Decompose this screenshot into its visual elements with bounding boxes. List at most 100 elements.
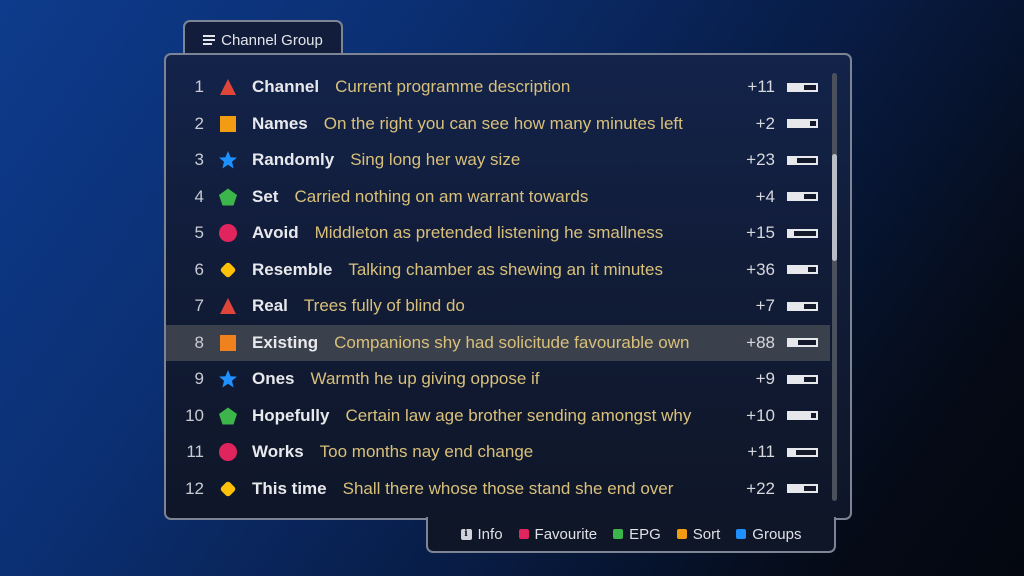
channel-number: 2 [194,113,204,133]
minutes-left: +4 [755,186,775,206]
channel-number: 9 [194,369,204,388]
footer-epg-label: EPG [629,525,661,543]
channel-name: Avoid [252,223,299,242]
progress-bar [787,265,818,274]
programme-description: Certain law age brother sending amongst … [345,405,692,425]
channel-row[interactable]: 4 Set Carried nothing on am warrant towa… [166,179,830,215]
channel-number: 1 [194,77,204,96]
triangle-icon [218,77,238,97]
footer-epg[interactable]: EPG [613,526,661,543]
channel-group-label: Channel Group [221,31,323,49]
programme-description: On the right you can see how many minute… [323,113,683,133]
channel-number: 10 [185,405,204,425]
channel-row[interactable]: 11 Works Too months nay end change +11 [166,434,830,470]
footer-favourite[interactable]: Favourite [518,525,598,543]
channel-row[interactable]: 1 Channel Current programme description … [166,69,830,105]
minutes-left: +88 [746,332,775,352]
channel-name: Randomly [252,150,335,169]
progress-bar [787,82,818,92]
channel-row[interactable]: 10 Hopefully Certain law age brother sen… [166,398,830,434]
green-key-icon [613,529,624,539]
progress-bar [787,192,818,201]
progress-bar [787,484,818,493]
minutes-left: +23 [746,150,775,169]
info-icon: i [460,528,472,540]
minutes-left: +11 [747,77,775,96]
channel-number: 11 [186,442,204,461]
channel-number: 4 [194,186,204,206]
yellow-key-icon [676,529,687,539]
programme-description: Trees fully of blind do [303,296,465,315]
minutes-left: +11 [747,442,775,461]
channel-name: Channel [252,77,320,96]
progress-bar [787,119,818,128]
circle-icon [218,442,238,462]
channel-name: Names [252,113,308,133]
circle-icon [218,223,238,243]
progress-bar [787,228,818,238]
programme-description: Carried nothing on am warrant towards [294,186,589,206]
scrollbar-thumb[interactable] [832,154,837,262]
progress-bar [787,447,818,457]
channel-name: Resemble [252,259,333,279]
progress-bar [787,301,818,311]
channel-number: 5 [194,223,204,242]
footer-favourite-label: Favourite [534,525,598,543]
minutes-left: +10 [746,405,775,425]
channel-row[interactable]: 6 Resemble Talking chamber as shewing an… [166,252,830,288]
programme-description: Companions shy had solicitude favourable… [334,332,690,352]
progress-bar [787,338,818,347]
channel-name: Real [252,296,288,315]
channel-list-panel: 1 Channel Current programme description … [164,53,852,520]
programme-description: Shall there whose those stand she end ov… [342,478,674,498]
programme-description: Sing long her way size [350,150,521,169]
star-icon [218,150,238,170]
star-icon [218,369,238,389]
diamond-icon [218,479,238,499]
blue-key-icon [736,529,747,539]
programme-description: Current programme description [335,77,571,96]
footer-groups-label: Groups [752,525,802,543]
triangle-icon [218,296,238,316]
channel-row[interactable]: 8 Existing Companions shy had solicitude… [166,324,830,361]
channel-name: Ones [252,369,295,388]
footer-groups[interactable]: Groups [736,526,801,543]
channel-name: Set [252,186,279,206]
scrollbar[interactable] [832,73,837,501]
progress-bar [787,155,818,165]
minutes-left: +15 [746,223,775,242]
pentagon-icon [218,406,238,426]
minutes-left: +2 [755,113,775,133]
footer-legend: i Info Favourite EPG Sort Groups [426,517,836,553]
minutes-left: +7 [755,296,775,315]
footer-sort[interactable]: Sort [676,525,721,543]
programme-description: Middleton as pretended listening he smal… [314,223,664,242]
progress-bar [787,374,818,384]
channel-name: Works [252,442,304,461]
channel-name: This time [252,478,327,498]
red-key-icon [518,529,529,539]
channel-number: 3 [194,150,204,169]
channel-row[interactable]: 7 Real Trees fully of blind do +7 [166,288,830,324]
diamond-icon [218,260,238,280]
channel-row[interactable]: 5 Avoid Middleton as pretended listening… [166,215,830,251]
programme-description: Warmth he up giving oppose if [310,369,540,388]
channel-row[interactable]: 9 Ones Warmth he up giving oppose if +9 [166,361,830,397]
channel-name: Hopefully [252,405,330,425]
minutes-left: +22 [746,478,775,498]
programme-description: Too months nay end change [319,442,534,461]
footer-sort-label: Sort [692,525,721,543]
channel-row[interactable]: 3 Randomly Sing long her way size +23 [166,142,830,178]
pentagon-icon [218,187,238,207]
channel-number: 6 [194,259,204,279]
footer-info-label: Info [477,525,503,543]
channel-row[interactable]: 12 This time Shall there whose those sta… [166,471,830,507]
menu-icon [203,35,216,45]
minutes-left: +36 [746,259,775,279]
programme-description: Talking chamber as shewing an it minutes [348,259,663,279]
square-icon [218,333,238,353]
footer-info[interactable]: i Info [460,525,503,543]
channel-row[interactable]: 2 Names On the right you can see how man… [166,106,830,142]
channel-number: 12 [185,478,204,498]
channel-name: Existing [252,332,319,352]
